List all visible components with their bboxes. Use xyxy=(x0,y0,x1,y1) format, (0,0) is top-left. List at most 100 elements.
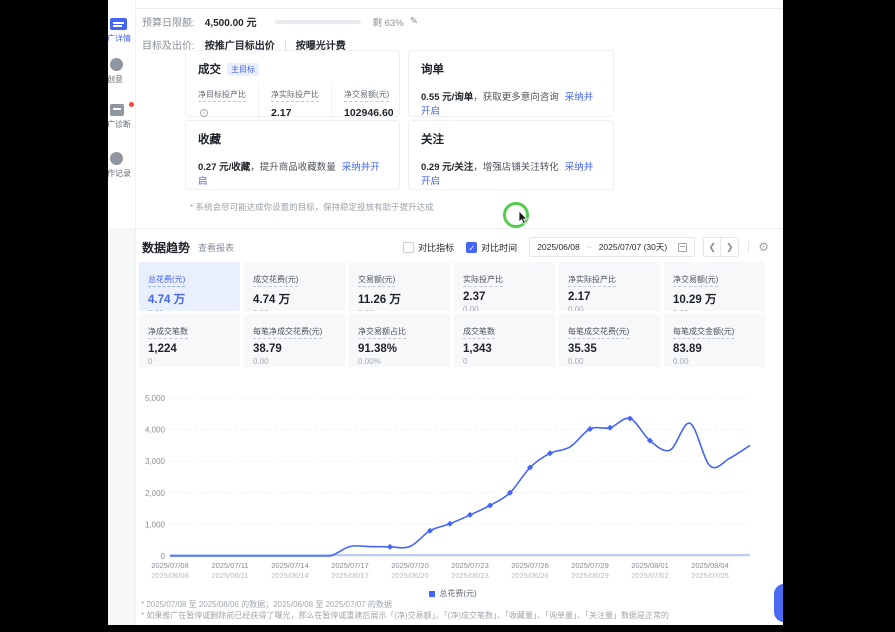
metric-card[interactable]: 交易额(元)11.26 万0.00 xyxy=(349,262,450,311)
goal-metric-label: 净实际投产比 xyxy=(271,89,319,102)
edit-budget-icon[interactable]: ✎ xyxy=(410,16,418,27)
main-goal-badge: 主目标 xyxy=(227,63,259,76)
svg-text:2025/08/01: 2025/08/01 xyxy=(631,561,669,570)
metric-card[interactable]: 实际投产比2.370.00 xyxy=(454,262,555,311)
calendar-icon xyxy=(678,243,687,252)
chart-legend: 总花费(元) xyxy=(136,588,770,599)
goal-metric-label: 净交易额(元) xyxy=(344,89,389,102)
budget-row: 预算日限额: 4,500.00 元 剩 63% ✎ xyxy=(142,14,418,29)
svg-text:2025/07/08: 2025/07/08 xyxy=(151,561,189,570)
metric-card[interactable]: 净交易额(元)10.29 万0.00 xyxy=(664,262,765,311)
date-nav-group: ❮ ❯ xyxy=(703,237,739,257)
metric-card[interactable]: 净交易额占比91.38%0.00% xyxy=(349,314,450,367)
trend-header: 数据趋势 查看报表 对比指标 ✓ 对比时间 2025/06/08 ~ 2025/… xyxy=(142,237,769,257)
sidebar-item-label: 广详情 xyxy=(108,33,136,44)
goal-card-title-row: 成交 主目标 xyxy=(198,61,387,77)
svg-text:2025/06/08: 2025/06/08 xyxy=(151,571,189,580)
date-start: 2025/06/08 xyxy=(537,242,580,252)
svg-text:2025/07/23: 2025/07/23 xyxy=(451,561,489,570)
goal-title: 收藏 xyxy=(198,131,387,147)
date-end: 2025/07/07 (30天) xyxy=(599,241,668,253)
goal-desc-line: 0.55 元/询单，获取更多意向咨询采纳并开启 xyxy=(421,89,601,117)
date-separator: ~ xyxy=(587,242,592,252)
floating-side-button[interactable] xyxy=(774,584,783,622)
metric-card[interactable]: 净实际投产比2.170.00 xyxy=(559,262,660,311)
date-range-picker[interactable]: 2025/06/08 ~ 2025/07/07 (30天) xyxy=(529,237,695,257)
svg-text:5,000: 5,000 xyxy=(145,394,166,403)
history-clock-icon xyxy=(110,152,123,165)
prev-period-button[interactable]: ❮ xyxy=(704,238,721,256)
metric-card[interactable]: 每笔成交花费(元)35.350.00 xyxy=(559,314,660,367)
settings-gear-icon[interactable]: ⚙ xyxy=(758,240,769,254)
compare-time-checkbox[interactable]: ✓ xyxy=(466,242,477,253)
metric-card[interactable]: 每笔成交金额(元)83.890.00 xyxy=(664,314,765,367)
legend-label: 总花费(元) xyxy=(439,589,476,598)
toolbar-divider xyxy=(748,241,749,253)
svg-text:2025/06/23: 2025/06/23 xyxy=(451,571,489,580)
sidebar-item-creative[interactable]: 创意 xyxy=(108,58,136,85)
svg-text:2025/06/11: 2025/06/11 xyxy=(212,571,249,580)
compare-metric-label: 对比指标 xyxy=(418,241,454,254)
goal-card-deal[interactable]: 成交 主目标 净目标投产比i 2.45 ✎ 净实际投产比 2.17 xyxy=(185,50,400,117)
legend-color-swatch xyxy=(429,591,435,597)
svg-text:3,000: 3,000 xyxy=(145,457,166,466)
metric-card[interactable]: 总花费(元)4.74 万0.00 xyxy=(139,262,240,311)
trend-chart[interactable]: 01,0002,0003,0004,0005,0002025/07/082025… xyxy=(136,388,776,588)
svg-text:2025/07/29: 2025/07/29 xyxy=(571,561,609,570)
svg-text:2025/06/17: 2025/06/17 xyxy=(331,571,369,580)
top-divider xyxy=(136,8,783,9)
sidebar-item-diagnosis[interactable]: 广诊断 xyxy=(108,104,136,130)
svg-text:2025/08/04: 2025/08/04 xyxy=(691,561,729,570)
sidebar-item-label: 广诊断 xyxy=(108,119,136,130)
metric-card[interactable]: 每笔净成交花费(元)38.790.00 xyxy=(244,314,345,367)
main-panel: 预算日限额: 4,500.00 元 剩 63% ✎ 目标及出价: 按推广目标出价… xyxy=(136,0,783,625)
svg-text:2025/07/17: 2025/07/17 xyxy=(331,561,369,570)
info-icon[interactable]: i xyxy=(200,109,208,117)
metric-card[interactable]: 成交笔数1,3430 xyxy=(454,314,555,367)
svg-text:2025/07/02: 2025/07/02 xyxy=(631,571,669,580)
sidebar-item-promotion-detail[interactable]: 广详情 xyxy=(108,18,136,44)
section-divider xyxy=(136,228,783,229)
metric-card[interactable]: 净成交笔数1,2240 xyxy=(139,314,240,367)
trend-chart-area: 01,0002,0003,0004,0005,0002025/07/082025… xyxy=(136,388,776,588)
mouse-cursor-icon xyxy=(518,211,530,225)
svg-text:4,000: 4,000 xyxy=(145,426,166,435)
svg-text:2025/07/11: 2025/07/11 xyxy=(212,561,249,570)
compare-time-label: 对比时间 xyxy=(481,241,517,254)
budget-value: 4,500.00 元 xyxy=(205,14,257,29)
sidebar-item-records[interactable]: 作记录 xyxy=(108,152,136,179)
svg-text:2025/06/20: 2025/06/20 xyxy=(391,571,429,580)
budget-remaining: 剩 63% xyxy=(373,15,404,29)
screenshot-stage: 广详情 创意 广诊断 作记录 预算日限额: 4,500.00 元 xyxy=(0,0,895,632)
goal-card-inquiry[interactable]: 询单 0.55 元/询单，获取更多意向咨询采纳并开启 xyxy=(408,50,614,117)
chart-footnotes: * 2025/07/08 至 2025/08/06 的数据；2025/06/08… xyxy=(141,599,669,621)
sidebar-item-label: 作记录 xyxy=(108,168,136,179)
svg-text:2025/07/14: 2025/07/14 xyxy=(271,561,309,570)
svg-text:2025/06/29: 2025/06/29 xyxy=(571,571,609,580)
budget-progress-bar[interactable] xyxy=(275,20,361,24)
goal-card-follow[interactable]: 关注 0.29 元/关注，增强店铺关注转化采纳并开启 xyxy=(408,120,614,190)
goal-metric-value: 2.17 xyxy=(271,107,319,119)
trend-title: 数据趋势 xyxy=(142,239,190,256)
budget-label: 预算日限额: xyxy=(142,14,195,29)
svg-text:0: 0 xyxy=(161,552,166,561)
view-report-link[interactable]: 查看报表 xyxy=(198,241,234,254)
svg-text:1,000: 1,000 xyxy=(145,520,166,529)
svg-text:2025/07/20: 2025/07/20 xyxy=(391,561,429,570)
metric-cards-grid: 总花费(元)4.74 万0.00 成交花费(元)4.74 万0.00 交易额(元… xyxy=(139,262,765,367)
compare-metric-checkbox[interactable] xyxy=(403,242,414,253)
footnote: * 2025/07/08 至 2025/08/06 的数据；2025/06/08… xyxy=(141,599,669,610)
goal-metric-label: 净目标投产比 xyxy=(198,89,246,102)
next-period-button[interactable]: ❯ xyxy=(721,238,738,256)
goal-title: 成交 xyxy=(198,61,221,77)
metric-card[interactable]: 成交花费(元)4.74 万0.00 xyxy=(244,262,345,311)
goal-desc-line: 0.29 元/关注，增强店铺关注转化采纳并开启 xyxy=(421,159,601,187)
goal-metric-value: 102946.60 xyxy=(344,107,394,119)
goal-card-favorite[interactable]: 收藏 0.27 元/收藏，提升商品收藏数量采纳并开启 xyxy=(185,120,400,190)
creative-icon xyxy=(110,58,123,71)
svg-text:2025/07/05: 2025/07/05 xyxy=(691,571,729,580)
sidebar-lower-band xyxy=(108,228,135,625)
svg-text:2025/07/26: 2025/07/26 xyxy=(511,561,549,570)
svg-text:2025/06/26: 2025/06/26 xyxy=(511,571,549,580)
footnote: * 如果推广在暂停或删除前已经获得了曝光，那么在暂停或重建后展示「(净)交易额」… xyxy=(141,610,669,621)
